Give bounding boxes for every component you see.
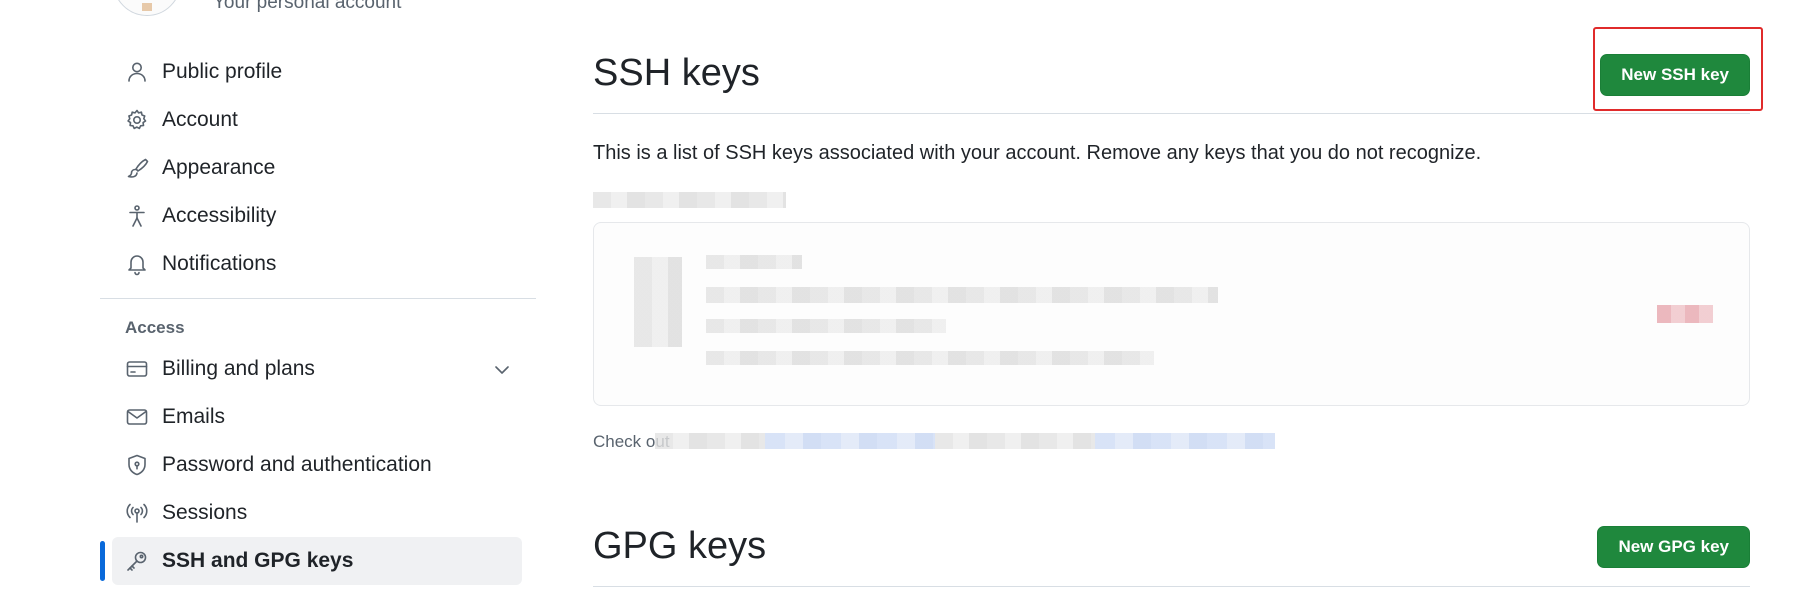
sidebar-item-account[interactable]: Account (100, 96, 536, 144)
broadcast-icon (125, 501, 149, 525)
sidebar-item-label: Emails (162, 405, 226, 428)
redacted-text (655, 433, 765, 449)
sidebar-section-access: Access (125, 318, 185, 337)
delete-button[interactable] (1657, 305, 1713, 323)
sidebar-item-label: Account (162, 108, 238, 131)
page-title: SSH keys (593, 52, 760, 94)
credit-card-icon (125, 357, 149, 381)
sidebar-item-ssh-gpg-keys[interactable]: SSH and GPG keys (100, 537, 522, 585)
sidebar-item-label: Sessions (162, 501, 248, 524)
ssh-key-item (593, 222, 1750, 406)
avatar (113, 0, 181, 16)
gear-icon (125, 108, 149, 132)
key-icon (634, 257, 682, 347)
highlight-box (1593, 27, 1763, 111)
sidebar-item-label: Appearance (162, 156, 276, 179)
account-subtitle: Your personal account (213, 0, 402, 13)
sidebar-item-label: SSH and GPG keys (162, 549, 354, 572)
section-title: GPG keys (593, 525, 767, 567)
key-icon (125, 549, 149, 573)
sidebar-item-public-profile[interactable]: Public profile (100, 48, 536, 96)
sidebar-item-emails[interactable]: Emails (100, 393, 536, 441)
sidebar-divider (100, 298, 536, 299)
sidebar-item-accessibility[interactable]: Accessibility (100, 192, 536, 240)
sidebar-item-notifications[interactable]: Notifications (100, 240, 536, 288)
sidebar-item-sessions[interactable]: Sessions (100, 489, 536, 537)
redacted-link[interactable] (1095, 433, 1275, 449)
sidebar-item-password-authentication[interactable]: Password and authentication (100, 441, 536, 489)
shield-lock-icon (125, 453, 149, 477)
ssh-keys-header: SSH keys New SSH key (593, 52, 1750, 114)
settings-sidebar: Public profile Account Appearance Access… (100, 48, 536, 585)
chevron-down-icon[interactable] (490, 358, 512, 380)
sidebar-item-billing[interactable]: Billing and plans (100, 345, 536, 393)
accessibility-icon (125, 204, 149, 228)
bell-icon (125, 252, 149, 276)
redacted-text (706, 319, 946, 333)
paintbrush-icon (125, 156, 149, 180)
sidebar-item-label: Password and authentication (162, 453, 432, 476)
redacted-text (706, 351, 1154, 365)
redacted-text (935, 433, 1095, 449)
gpg-keys-header: GPG keys New GPG key (593, 525, 1750, 587)
active-indicator (100, 541, 105, 581)
sidebar-item-label: Public profile (162, 60, 283, 83)
redacted-text (593, 192, 786, 208)
sidebar-item-appearance[interactable]: Appearance (100, 144, 536, 192)
ssh-keys-description: This is a list of SSH keys associated wi… (593, 142, 1482, 164)
mail-icon (125, 405, 149, 429)
new-gpg-key-button[interactable]: New GPG key (1597, 526, 1750, 568)
redacted-link[interactable] (765, 433, 935, 449)
sidebar-item-label: Notifications (162, 252, 277, 275)
person-icon (125, 60, 149, 84)
redacted-text (706, 287, 1218, 303)
sidebar-item-label: Accessibility (162, 204, 277, 227)
redacted-text (706, 255, 802, 269)
sidebar-item-label: Billing and plans (162, 357, 315, 380)
